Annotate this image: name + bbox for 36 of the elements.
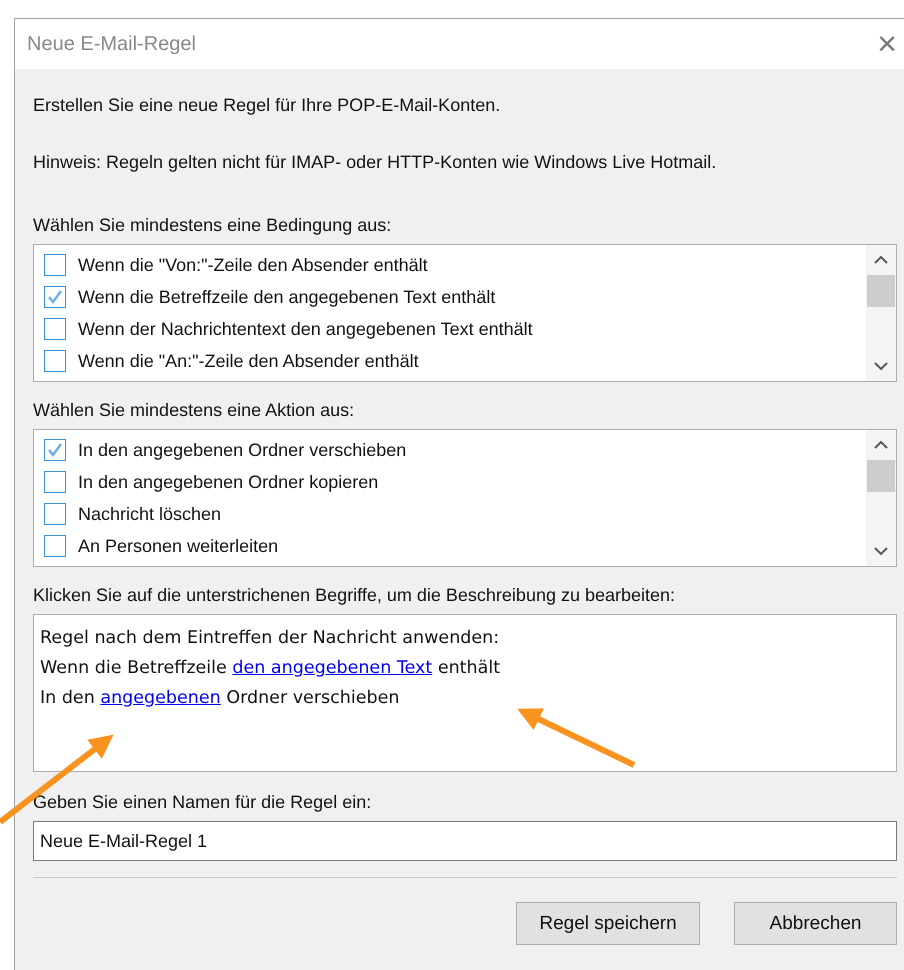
checkbox[interactable]: [44, 318, 66, 340]
checkbox-label[interactable]: Nachricht löschen: [78, 504, 222, 524]
checkbox[interactable]: [44, 254, 66, 276]
checkbox[interactable]: [44, 535, 66, 557]
checkbox-label[interactable]: Wenn die "An:"-Zeile den Absender enthält: [78, 350, 419, 372]
section-label: Geben Sie einen Namen für die Regel ein:: [33, 792, 372, 813]
checkbox[interactable]: [44, 350, 66, 372]
section-label: Klicken Sie auf die unterstrichenen Begriffe, um die Beschreibung zu bearbeiten:: [33, 585, 676, 606]
window-title: Neue E-Mail-Regel: [27, 32, 196, 56]
section-label: Wählen Sie mindestens eine Aktion aus:: [33, 400, 354, 421]
description-line: Regel nach dem Eintreffen der Nachricht anwenden:: [40, 627, 500, 650]
checkbox[interactable]: [44, 286, 66, 308]
description-line: Wenn die Betreffzeile den angegebenen Text enthält: [40, 657, 500, 680]
section-label: Wählen Sie mindestens eine Bedingung aus:: [33, 215, 392, 236]
checkbox-label[interactable]: Wenn die Betreffzeile den angegebenen Text enthält: [78, 286, 496, 308]
checkbox-label[interactable]: Wenn die "Von:"-Zeile den Absender enthält: [78, 254, 428, 276]
checkbox[interactable]: [44, 503, 66, 525]
description-line: In den angegebenen Ordner verschieben: [40, 687, 400, 710]
scroll-thumb[interactable]: [867, 275, 895, 307]
checkbox-label[interactable]: Wenn der Nachrichtentext den angegebenen Text enthält: [78, 318, 533, 340]
rule-name-field[interactable]: Neue E-Mail-Regel 1: [33, 821, 897, 861]
cancel-button[interactable]: Abbrechen: [734, 902, 897, 945]
save-button[interactable]: Regel speichern: [516, 902, 700, 945]
description-link[interactable]: angegebenen: [100, 688, 221, 708]
scroll-thumb[interactable]: [867, 460, 895, 492]
hint-text: Hinweis: Regeln gelten nicht für IMAP- oder HTTP-Konten wie Windows Live Hotmail.: [33, 152, 716, 173]
checkbox-label[interactable]: An Personen weiterleiten: [78, 536, 278, 556]
close-button[interactable]: ×: [877, 27, 897, 61]
checkbox-label[interactable]: In den angegebenen Ordner verschieben: [78, 440, 406, 460]
checkbox-label[interactable]: In den angegebenen Ordner kopieren: [78, 472, 378, 492]
checkbox[interactable]: [44, 439, 66, 461]
scrollbar[interactable]: [866, 245, 896, 381]
intro-text: Erstellen Sie eine neue Regel für Ihre POP-E-Mail-Konten.: [33, 95, 500, 116]
description-link[interactable]: den angegebenen Text: [232, 658, 432, 678]
checkbox[interactable]: [44, 471, 66, 493]
scrollbar[interactable]: [866, 430, 896, 566]
